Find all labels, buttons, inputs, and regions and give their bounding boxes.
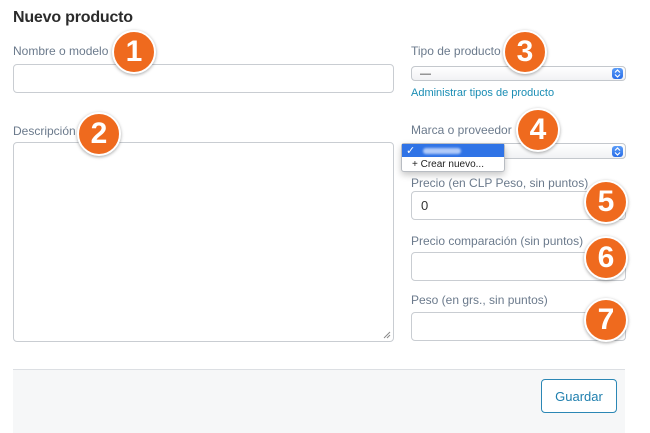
precio-label: Precio (en CLP Peso, sin puntos)	[411, 176, 589, 190]
guardar-button[interactable]: Guardar	[541, 379, 617, 413]
annotation-badge-1: 1	[112, 30, 156, 74]
annotation-badge-7: 7	[584, 298, 628, 342]
annotation-badge-3: 3	[503, 30, 547, 74]
precio-comparacion-label: Precio comparación (sin puntos)	[411, 234, 584, 248]
blurred-option-text	[423, 147, 462, 154]
annotation-badge-4: 4	[516, 108, 560, 152]
nombre-label: Nombre o modelo	[13, 44, 109, 58]
resize-grip-icon[interactable]	[383, 331, 391, 339]
descripcion-textarea[interactable]	[13, 142, 394, 342]
checkmark-icon: ✓	[406, 145, 416, 157]
annotation-badge-5: 5	[584, 180, 628, 224]
nombre-input[interactable]	[13, 64, 394, 93]
select-arrows-icon	[612, 146, 623, 157]
annotation-badge-2: 2	[77, 112, 121, 156]
administrar-tipos-link[interactable]: Administrar tipos de producto	[411, 87, 554, 99]
peso-label: Peso (en grs., sin puntos)	[411, 293, 548, 307]
marca-dropdown-menu: ✓ + Crear nuevo...	[401, 143, 505, 172]
marca-dropdown-selected-option[interactable]: ✓	[402, 144, 504, 157]
tipo-label: Tipo de producto	[411, 44, 501, 58]
crear-nuevo-option[interactable]: + Crear nuevo...	[412, 159, 484, 170]
descripcion-label: Descripción	[13, 124, 76, 138]
annotation-badge-6: 6	[584, 236, 628, 280]
select-arrows-icon	[612, 68, 623, 79]
tipo-selected-value: —	[420, 67, 431, 80]
form-footer	[13, 369, 625, 433]
marca-label: Marca o proveedor	[411, 123, 512, 137]
page-title: Nuevo producto	[13, 9, 133, 26]
